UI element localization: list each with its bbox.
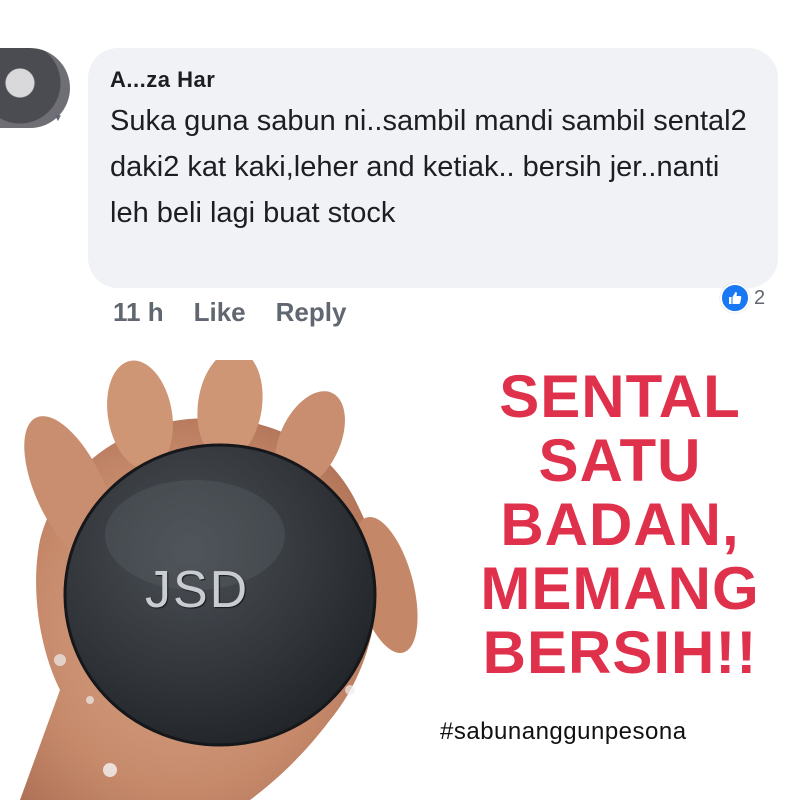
comment-timestamp[interactable]: 11 h	[113, 297, 164, 328]
headline-line: SENTAL	[499, 363, 741, 430]
like-button[interactable]: Like	[194, 297, 246, 328]
comment-bubble: A...za Har Suka guna sabun ni..sambil ma…	[88, 48, 778, 288]
comment-actions: 11 h Like Reply	[113, 295, 346, 329]
reaction-summary[interactable]: 2	[720, 283, 765, 313]
reply-button[interactable]: Reply	[276, 297, 347, 328]
headline-line: BADAN,	[500, 491, 740, 558]
headline: SENTAL SATU BADAN, MEMANG BERSIH!!	[455, 365, 785, 685]
thumbs-up-icon	[720, 283, 750, 313]
name-redaction	[248, 60, 388, 94]
hashtag[interactable]: #sabunanggunpesona	[440, 718, 800, 746]
reaction-count: 2	[754, 286, 766, 309]
headline-line: BERSIH!!	[482, 619, 758, 686]
commenter-name[interactable]: A...za Har	[110, 66, 758, 94]
headline-line: SATU	[538, 427, 702, 494]
headline-line: MEMANG	[480, 555, 760, 622]
caret-down-icon: ▼	[53, 113, 63, 124]
comment-text: Suka guna sabun ni..sambil mandi sambil …	[110, 105, 747, 229]
soap-stamp-text: JSD	[145, 561, 250, 619]
